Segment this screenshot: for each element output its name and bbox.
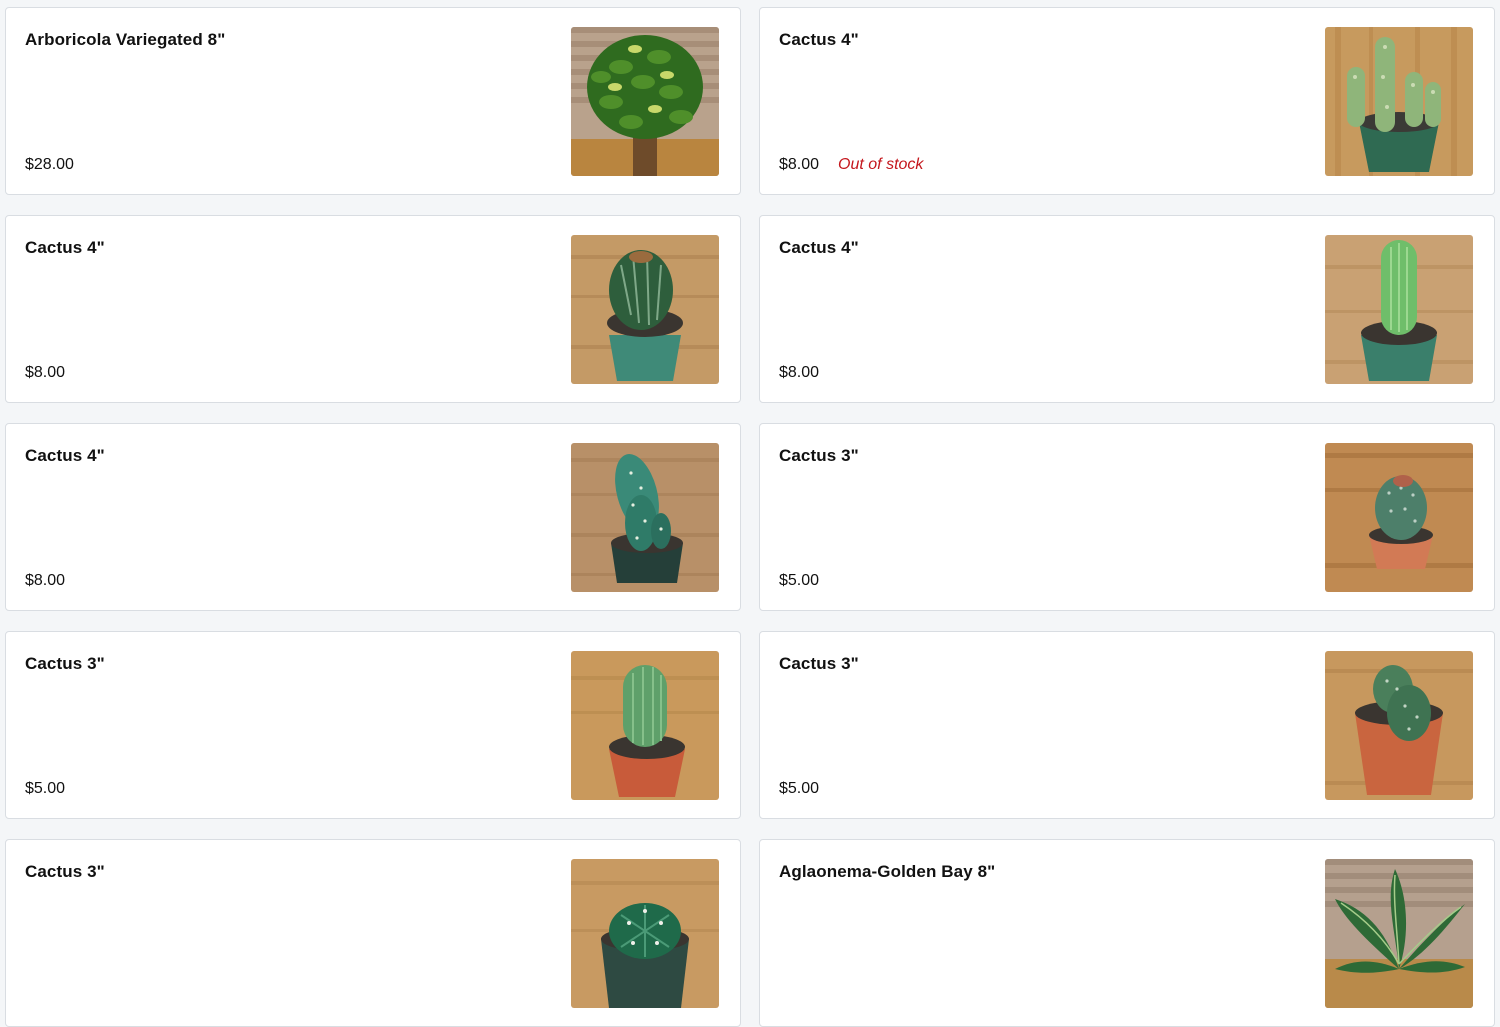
price-row: $8.00 (25, 572, 65, 590)
product-image[interactable] (1325, 443, 1473, 592)
product-image[interactable] (1325, 651, 1473, 800)
product-name: Cactus 4" (25, 446, 105, 465)
product-price: $8.00 (779, 364, 820, 381)
product-price: $8.00 (25, 572, 66, 589)
price-row: $8.00 (25, 364, 65, 382)
product-name: Cactus 3" (25, 654, 105, 673)
product-card[interactable]: Cactus 3" (5, 839, 741, 1027)
price-row: $8.00 Out of stock (779, 156, 923, 174)
product-image[interactable] (571, 235, 719, 384)
product-price: $8.00 (25, 364, 66, 381)
price-row: $5.00 (25, 780, 65, 798)
product-price: $8.00 (779, 156, 820, 173)
product-image[interactable] (571, 859, 719, 1008)
product-price: $5.00 (25, 780, 66, 797)
product-name: Cactus 3" (779, 654, 859, 673)
price-row: $8.00 (779, 364, 819, 382)
product-name: Cactus 3" (779, 446, 859, 465)
product-card[interactable]: Aglaonema-Golden Bay 8" (759, 839, 1495, 1027)
product-image[interactable] (1325, 235, 1473, 384)
product-image[interactable] (1325, 27, 1473, 176)
product-name: Cactus 4" (779, 30, 859, 49)
product-card[interactable]: Cactus 3" $5.00 (759, 631, 1495, 819)
product-grid: Arboricola Variegated 8" $28.00 Cactus 4… (5, 7, 1495, 1027)
product-image[interactable] (571, 651, 719, 800)
product-name: Arboricola Variegated 8" (25, 30, 226, 49)
product-name: Cactus 3" (25, 862, 105, 881)
price-row: $28.00 (25, 156, 74, 174)
product-name: Cactus 4" (779, 238, 859, 257)
product-card[interactable]: Cactus 4" $8.00 Out of stock (759, 7, 1495, 195)
product-price: $28.00 (25, 156, 74, 173)
product-card[interactable]: Cactus 4" $8.00 (759, 215, 1495, 403)
product-card[interactable]: Arboricola Variegated 8" $28.00 (5, 7, 741, 195)
product-image[interactable] (1325, 859, 1473, 1008)
product-card[interactable]: Cactus 4" $8.00 (5, 215, 741, 403)
out-of-stock-label: Out of stock (838, 156, 924, 173)
product-price: $5.00 (779, 572, 820, 589)
product-image[interactable] (571, 27, 719, 176)
product-image[interactable] (571, 443, 719, 592)
product-card[interactable]: Cactus 4" $8.00 (5, 423, 741, 611)
product-name: Cactus 4" (25, 238, 105, 257)
product-card[interactable]: Cactus 3" $5.00 (759, 423, 1495, 611)
price-row: $5.00 (779, 780, 819, 798)
product-price: $5.00 (779, 780, 820, 797)
price-row: $5.00 (779, 572, 819, 590)
product-card[interactable]: Cactus 3" $5.00 (5, 631, 741, 819)
product-name: Aglaonema-Golden Bay 8" (779, 862, 996, 881)
